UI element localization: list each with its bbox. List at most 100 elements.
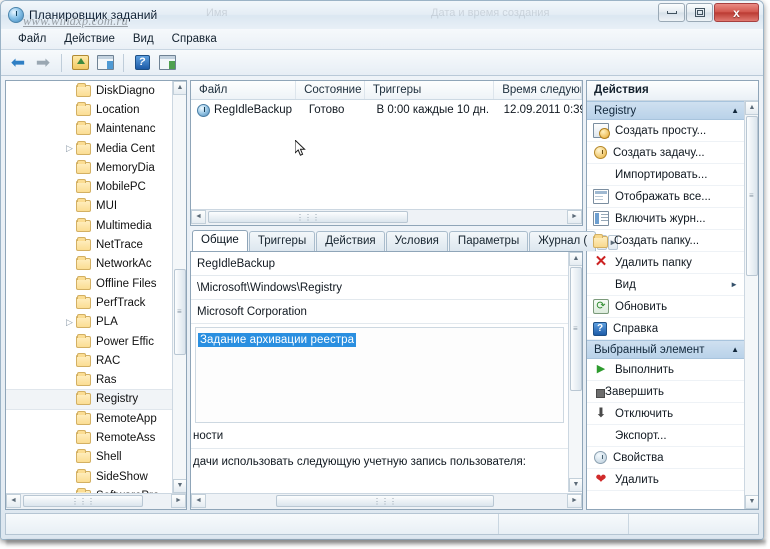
tree-item-ras[interactable]: Ras (6, 370, 172, 389)
tree-item-sideshow[interactable]: SideShow (6, 467, 172, 486)
action-item-включить-журн[interactable]: Включить журн... (587, 208, 745, 230)
tree-item-media-cent[interactable]: Media Cent (6, 139, 172, 158)
show-action-pane-button[interactable] (156, 52, 178, 74)
collapse-chevron-icon[interactable]: ▲ (731, 106, 739, 115)
tree-horizontal-scrollbar[interactable]: ◄ ⋮⋮⋮ ► (6, 493, 186, 509)
detail-scroll-down-button[interactable]: ▼ (569, 478, 582, 492)
actions-list[interactable]: Registry ▲ Создать просту... Создать задачу… (587, 101, 745, 509)
list-hscroll-right-button[interactable]: ► (567, 210, 582, 224)
back-button[interactable]: ⬅ (7, 52, 29, 74)
detail-scroll-up-button[interactable]: ▲ (569, 252, 582, 266)
tree-expander-icon[interactable]: ▷ (66, 143, 75, 153)
collapse-chevron-icon[interactable]: ▲ (731, 345, 739, 354)
actions-group-registry[interactable]: Registry ▲ (587, 101, 745, 120)
action-item-экспорт[interactable]: Экспорт... (587, 425, 745, 447)
field-task-description[interactable]: Задание архивации реестра (195, 327, 564, 423)
menu-help[interactable]: Справка (163, 31, 226, 47)
action-item-обновить[interactable]: ⟳ Обновить (587, 296, 745, 318)
detail-tabstrip[interactable]: Общие Триггеры Действия Условия Параметры Жур… (190, 230, 619, 251)
field-task-name: RegIdleBackup (191, 252, 568, 276)
folder-tree[interactable]: DiskDiagno Location Maintenanc ▷ Media Cent M… (6, 81, 172, 493)
action-item-создать-просту[interactable]: Создать просту... (587, 120, 745, 142)
tree-item-multimedia[interactable]: Multimedia (6, 216, 172, 235)
tree-hscroll-right-button[interactable]: ► (171, 494, 186, 508)
action-item-удалить[interactable]: ❤ Удалить (587, 469, 745, 491)
actions-vertical-scrollbar[interactable]: ▲ ▼ (744, 101, 758, 509)
column-header-время-следующ[interactable]: Время следующ (494, 81, 583, 99)
list-hscroll-thumb[interactable]: ⋮⋮⋮ (208, 211, 408, 223)
detail-scroll-thumb[interactable] (570, 267, 582, 391)
tree-item-label: Ras (96, 374, 117, 387)
tree-item-softwarepro[interactable]: SoftwarePro (6, 486, 172, 493)
maximize-button[interactable] (686, 3, 713, 22)
close-button[interactable]: x (714, 3, 759, 22)
column-header-состояние[interactable]: Состояние (296, 81, 365, 99)
action-item-отображать-все[interactable]: Отображать все... (587, 186, 745, 208)
tab-общие[interactable]: Общие (192, 230, 248, 251)
help-button[interactable]: ? (131, 52, 153, 74)
action-item-создать-папку[interactable]: Создать папку... (587, 230, 745, 252)
actions-scroll-thumb[interactable] (746, 116, 758, 276)
tree-item-power-effic[interactable]: Power Effic (6, 332, 172, 351)
detail-hscroll-right-button[interactable]: ► (567, 494, 582, 508)
menu-file[interactable]: Файл (9, 31, 55, 47)
actions-group-выбранный-элемент[interactable]: Выбранный элемент ▲ (587, 340, 745, 359)
actions-scroll-down-button[interactable]: ▼ (745, 495, 758, 509)
tree-hscroll-thumb[interactable]: ⋮⋮⋮ (23, 495, 143, 507)
tree-item-offline-files[interactable]: Offline Files (6, 274, 172, 293)
action-item-свойства[interactable]: Свойства (587, 447, 745, 469)
detail-vertical-scrollbar[interactable]: ▲ ▼ (568, 252, 582, 492)
column-header-триггеры[interactable]: Триггеры (365, 81, 495, 99)
tree-item-memorydia[interactable]: MemoryDia (6, 158, 172, 177)
action-item-создать-задачу[interactable]: Создать задачу... (587, 142, 745, 164)
column-header-файл[interactable]: Файл (191, 81, 297, 99)
tree-scroll-up-button[interactable]: ▲ (173, 81, 186, 95)
action-item-импортировать[interactable]: Импортировать... (587, 164, 745, 186)
folder-icon (76, 121, 91, 136)
tab-действия[interactable]: Действия (316, 231, 385, 251)
tree-item-remoteass[interactable]: RemoteAss (6, 428, 172, 447)
actions-scroll-up-button[interactable]: ▲ (745, 101, 758, 115)
menu-view[interactable]: Вид (124, 31, 163, 47)
cell-task-triggers: В 0:00 каждые 10 дн. (376, 104, 490, 116)
tree-item-pla[interactable]: PLA (6, 313, 172, 332)
tree-item-shell[interactable]: Shell (6, 448, 172, 467)
tab-триггеры[interactable]: Триггеры (248, 231, 316, 251)
minimize-button[interactable] (658, 3, 685, 22)
menu-action[interactable]: Действие (55, 31, 124, 47)
up-one-level-button[interactable] (69, 52, 91, 74)
tab-параметры[interactable]: Параметры (448, 231, 529, 251)
list-hscroll-left-button[interactable]: ◄ (191, 210, 206, 224)
tree-hscroll-left-button[interactable]: ◄ (6, 494, 21, 508)
tree-item-networkac[interactable]: NetworkAc (6, 255, 172, 274)
task-list-horizontal-scrollbar[interactable]: ◄ ⋮⋮⋮ ► (191, 209, 582, 225)
action-item-завершить[interactable]: Завершить (587, 381, 745, 403)
tree-expander-icon[interactable]: ▷ (66, 317, 75, 327)
tree-item-maintenanc[interactable]: Maintenanc (6, 120, 172, 139)
tree-item-remoteapp[interactable]: RemoteApp (6, 409, 172, 428)
tree-item-nettrace[interactable]: NetTrace (6, 235, 172, 254)
action-item-вид[interactable]: Вид ► (587, 274, 745, 296)
action-item-отключить[interactable]: ⬇ Отключить (587, 403, 745, 425)
tab-условия[interactable]: Условия (385, 231, 448, 251)
show-tree-button[interactable] (94, 52, 116, 74)
tree-item-diskdiagno[interactable]: DiskDiagno (6, 81, 172, 100)
task-list-header[interactable]: Файл Состояние Триггеры Время следующ (191, 81, 583, 100)
action-item-удалить-папку[interactable]: ✕ Удалить папку (587, 252, 745, 274)
tree-item-rac[interactable]: RAC (6, 351, 172, 370)
tree-item-location[interactable]: Location (6, 100, 172, 119)
table-row[interactable]: RegIdleBackup Готово В 0:00 каждые 10 дн… (191, 100, 582, 120)
tree-vertical-scrollbar[interactable]: ▲ ▼ (172, 81, 186, 493)
tree-scroll-down-button[interactable]: ▼ (173, 479, 186, 493)
action-item-справка[interactable]: ? Справка (587, 318, 745, 340)
detail-hscroll-left-button[interactable]: ◄ (191, 494, 206, 508)
tree-item-registry[interactable]: Registry (6, 388, 172, 411)
tree-item-mui[interactable]: MUI (6, 197, 172, 216)
tree-scroll-thumb[interactable] (174, 269, 186, 355)
detail-horizontal-scrollbar[interactable]: ◄ ⋮⋮⋮ ► (191, 493, 582, 509)
action-item-выполнить[interactable]: ▶ Выполнить (587, 359, 745, 381)
forward-button[interactable]: ➡ (32, 52, 54, 74)
tree-item-mobilepc[interactable]: MobilePC (6, 177, 172, 196)
tree-item-perftrack[interactable]: PerfTrack (6, 293, 172, 312)
detail-hscroll-thumb[interactable]: ⋮⋮⋮ (276, 495, 494, 507)
